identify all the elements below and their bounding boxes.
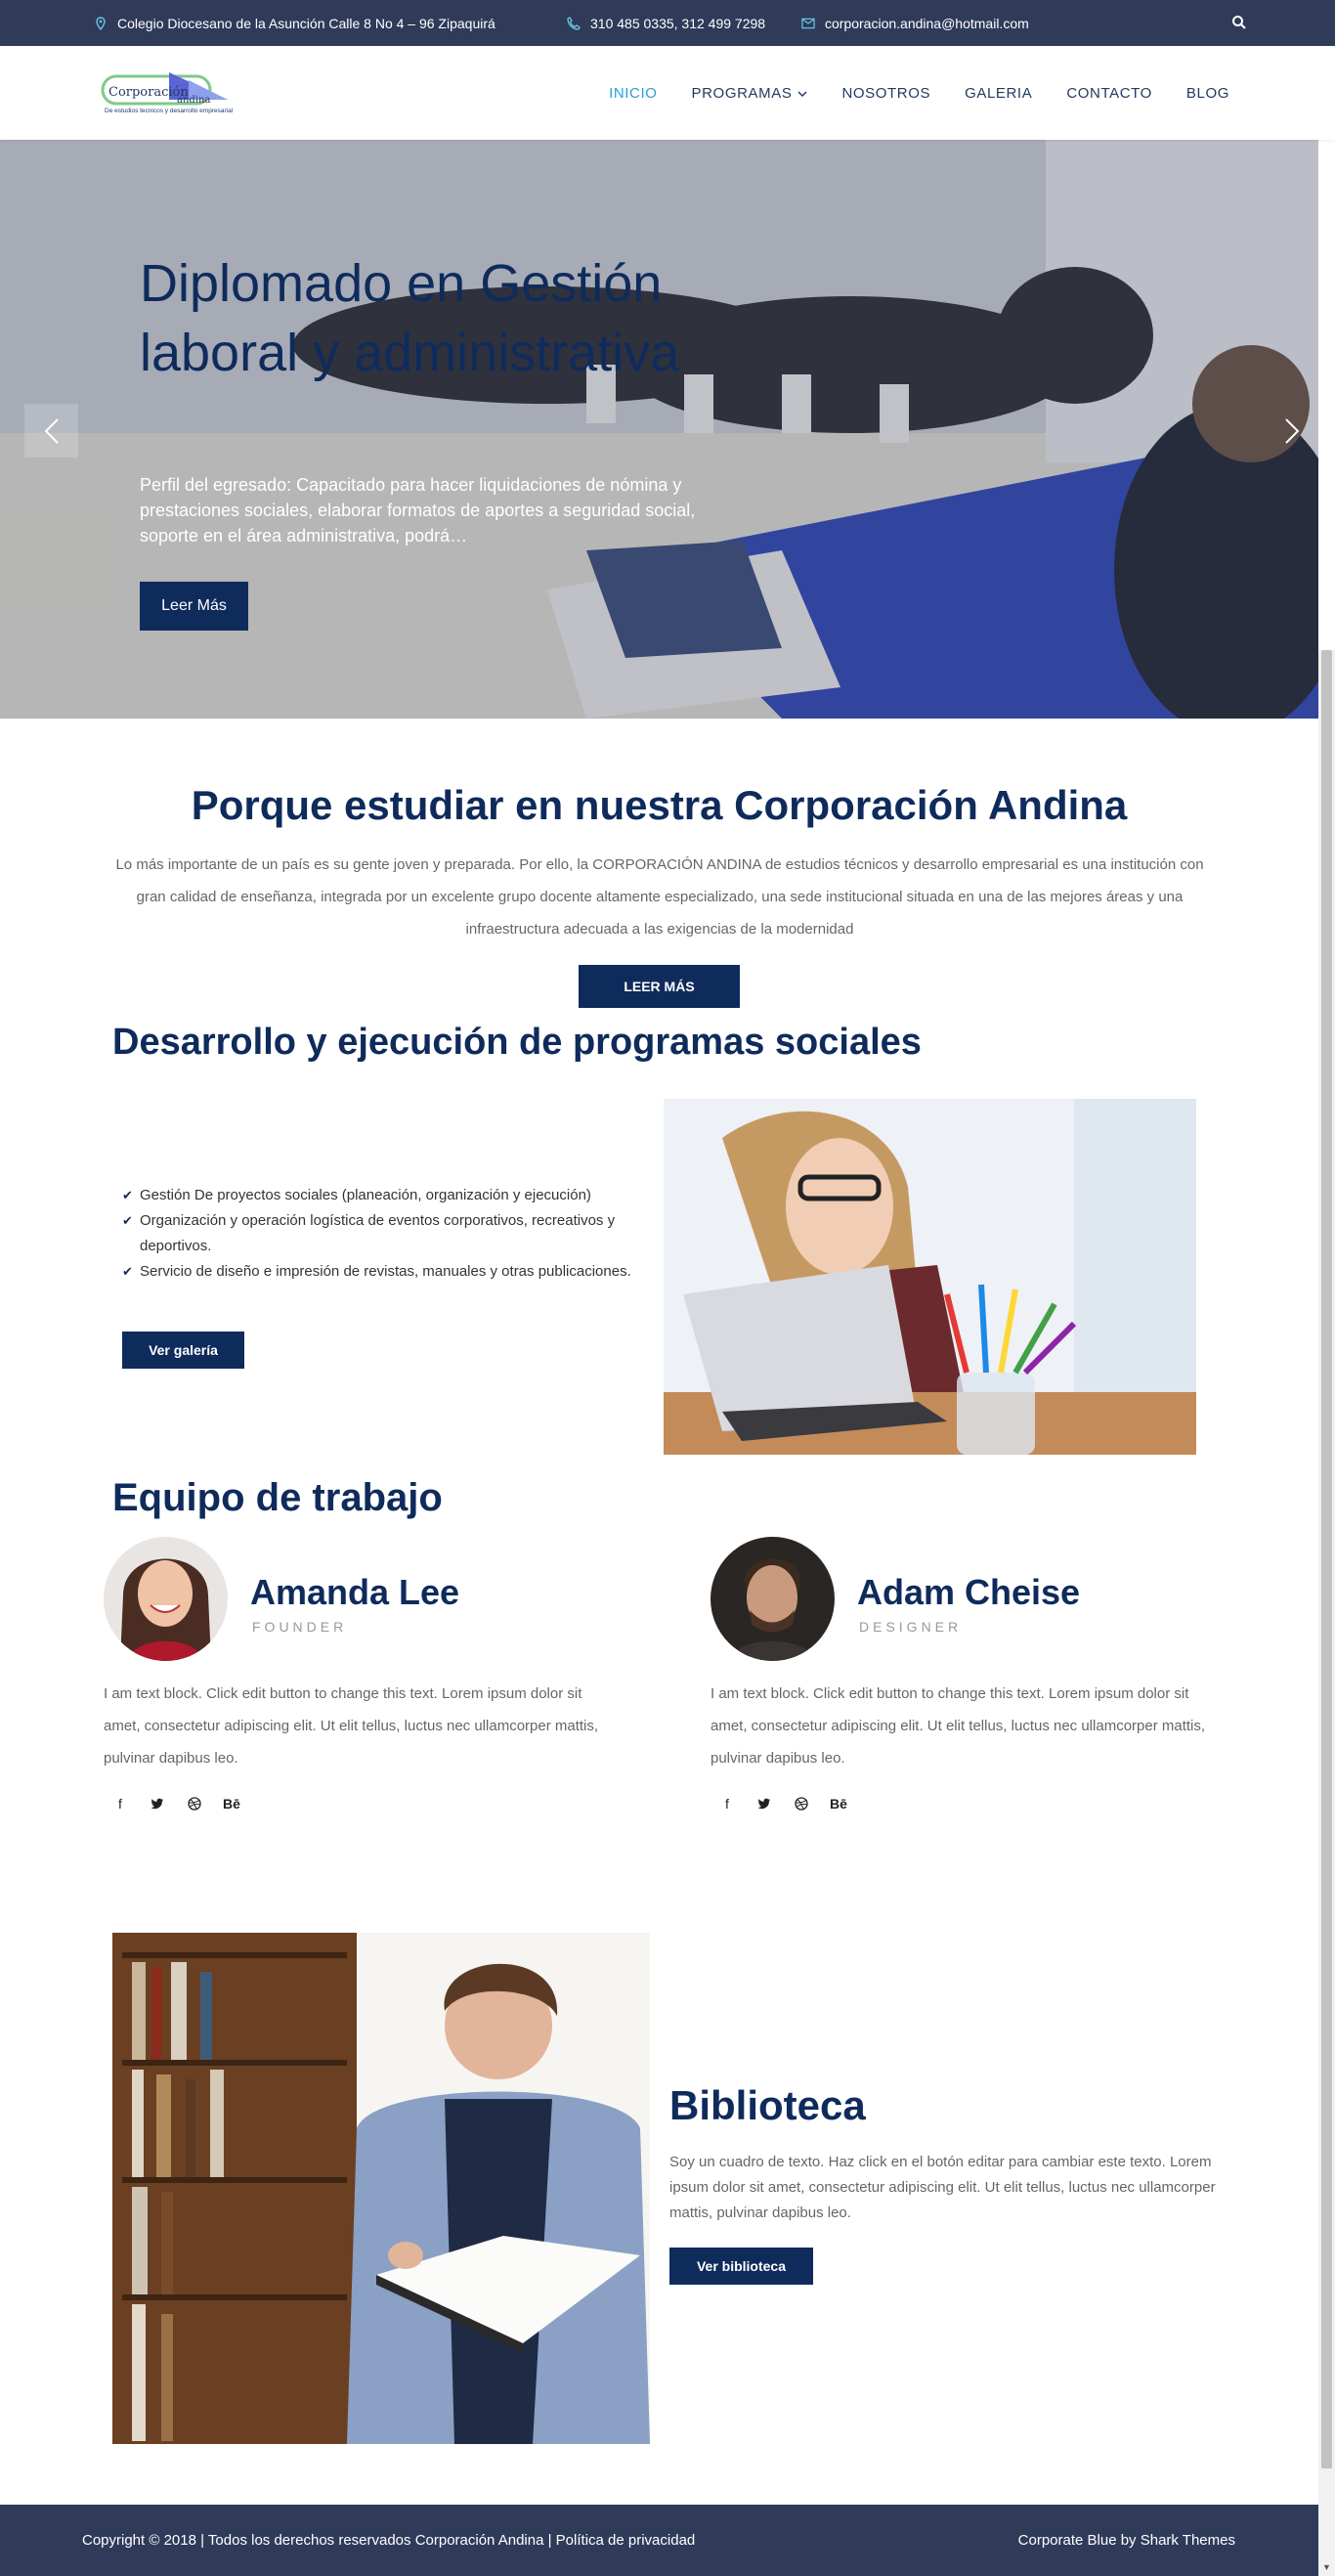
- library-student-image: [112, 1933, 650, 2444]
- logo-tagline: De estudios tecnicos y desarrollo empres…: [105, 108, 234, 114]
- dribbble-icon[interactable]: [186, 1797, 203, 1811]
- ver-biblioteca-button[interactable]: Ver biblioteca: [669, 2248, 813, 2285]
- member-bio: I am text block. Click edit button to ch…: [711, 1685, 1206, 1767]
- search-icon[interactable]: [1231, 15, 1247, 30]
- map-pin-icon: [94, 16, 108, 30]
- address-text: Colegio Diocesano de la Asunción Calle 8…: [117, 15, 495, 31]
- svg-text:andina: andina: [177, 95, 210, 106]
- biblioteca-text: Soy un cuadro de texto. Haz click en el …: [669, 2154, 1216, 2221]
- porque-text: Lo más importante de un país es su gente…: [115, 856, 1204, 938]
- programas-list: Gestión De proyectos sociales (planeació…: [122, 1183, 640, 1285]
- member-name: Amanda Lee: [250, 1572, 460, 1612]
- site-header: Corporación andina De estudios tecnicos …: [0, 46, 1335, 140]
- avatar: [104, 1537, 228, 1661]
- nav-item-inicio[interactable]: INICIO: [609, 85, 657, 102]
- dribbble-icon[interactable]: [793, 1797, 810, 1811]
- hero-slider: Diplomado en Gestión laboral y administr…: [0, 140, 1318, 719]
- footer-copyright: Copyright © 2018 | Todos los derechos re…: [82, 2532, 696, 2549]
- scrollbar-thumb[interactable]: [1321, 650, 1332, 2468]
- mail-icon: [801, 17, 815, 30]
- nav-item-nosotros[interactable]: NOSOTROS: [841, 85, 930, 102]
- list-item: Servicio de diseño e impresión de revist…: [122, 1259, 640, 1285]
- nav-item-contacto[interactable]: CONTACTO: [1066, 85, 1152, 102]
- slider-next-button[interactable]: [1265, 404, 1318, 458]
- member-bio: I am text block. Click edit button to ch…: [104, 1685, 599, 1767]
- site-logo[interactable]: Corporación andina De estudios tecnicos …: [101, 70, 233, 119]
- chevron-right-icon: [1284, 417, 1299, 444]
- member-name: Adam Cheise: [857, 1572, 1081, 1612]
- main-nav: INICIO PROGRAMAS NOSOTROS GALERIA CONTAC…: [609, 46, 1229, 140]
- team-member-card: Adam Cheise DESIGNER I am text block. Cl…: [711, 1537, 1238, 1830]
- team-member-card: Amanda Lee FOUNDER I am text block. Clic…: [104, 1537, 631, 1830]
- nav-item-programas[interactable]: PROGRAMAS: [692, 85, 808, 102]
- hero-read-more-button[interactable]: Leer Más: [140, 582, 248, 631]
- chevron-down-icon: [797, 85, 807, 102]
- student-laptop-image: [664, 1099, 1196, 1455]
- nav-item-blog[interactable]: BLOG: [1186, 85, 1229, 102]
- hero-title: Diplomado en Gestión laboral y administr…: [140, 254, 680, 382]
- nav-item-galeria[interactable]: GALERIA: [965, 85, 1032, 102]
- member-role: DESIGNER: [859, 1619, 963, 1635]
- footer-credit[interactable]: Corporate Blue by Shark Themes: [1018, 2532, 1235, 2549]
- list-item: Organización y operación logística de ev…: [122, 1208, 640, 1259]
- topbar-email[interactable]: corporacion.andina@hotmail.com: [801, 0, 1029, 46]
- hero-text: Perfil del egresado: Capacitado para hac…: [140, 475, 696, 546]
- member-socials: f Bē: [111, 1796, 240, 1812]
- ver-galeria-button[interactable]: Ver galería: [122, 1332, 244, 1369]
- leer-mas-button[interactable]: LEER MÁS: [579, 965, 740, 1008]
- biblioteca-title: Biblioteca: [669, 2082, 866, 2128]
- member-role: FOUNDER: [252, 1619, 348, 1635]
- avatar: [711, 1537, 835, 1661]
- equipo-title: Equipo de trabajo: [112, 1476, 443, 1519]
- page-scrollbar[interactable]: ▼: [1318, 650, 1335, 2576]
- behance-icon[interactable]: Bē: [830, 1796, 847, 1812]
- nav-item-programas-label: PROGRAMAS: [691, 84, 793, 102]
- site-footer: Copyright © 2018 | Todos los derechos re…: [0, 2505, 1318, 2576]
- slider-prev-button[interactable]: [24, 404, 78, 458]
- member-socials: f Bē: [718, 1796, 847, 1812]
- scroll-down-arrow-icon[interactable]: ▼: [1322, 2562, 1331, 2572]
- twitter-icon[interactable]: [755, 1798, 773, 1810]
- email-text: corporacion.andina@hotmail.com: [825, 15, 1029, 31]
- twitter-icon[interactable]: [149, 1798, 166, 1810]
- porque-title: Porque estudiar en nuestra Corporación A…: [191, 782, 1128, 828]
- chevron-left-icon: [44, 417, 59, 444]
- behance-icon[interactable]: Bē: [223, 1796, 240, 1812]
- list-item: Gestión De proyectos sociales (planeació…: [122, 1183, 640, 1208]
- topbar-phone[interactable]: 310 485 0335, 312 499 7298: [567, 0, 765, 46]
- topbar-address: Colegio Diocesano de la Asunción Calle 8…: [94, 0, 495, 46]
- logo-mark-icon: Corporación andina: [101, 72, 228, 106]
- phone-icon: [567, 16, 581, 30]
- programas-title: Desarrollo y ejecución de programas soci…: [112, 1022, 922, 1063]
- facebook-icon[interactable]: f: [111, 1796, 129, 1812]
- facebook-icon[interactable]: f: [718, 1796, 736, 1812]
- phone-text: 310 485 0335, 312 499 7298: [590, 15, 766, 31]
- top-bar: Colegio Diocesano de la Asunción Calle 8…: [0, 0, 1335, 46]
